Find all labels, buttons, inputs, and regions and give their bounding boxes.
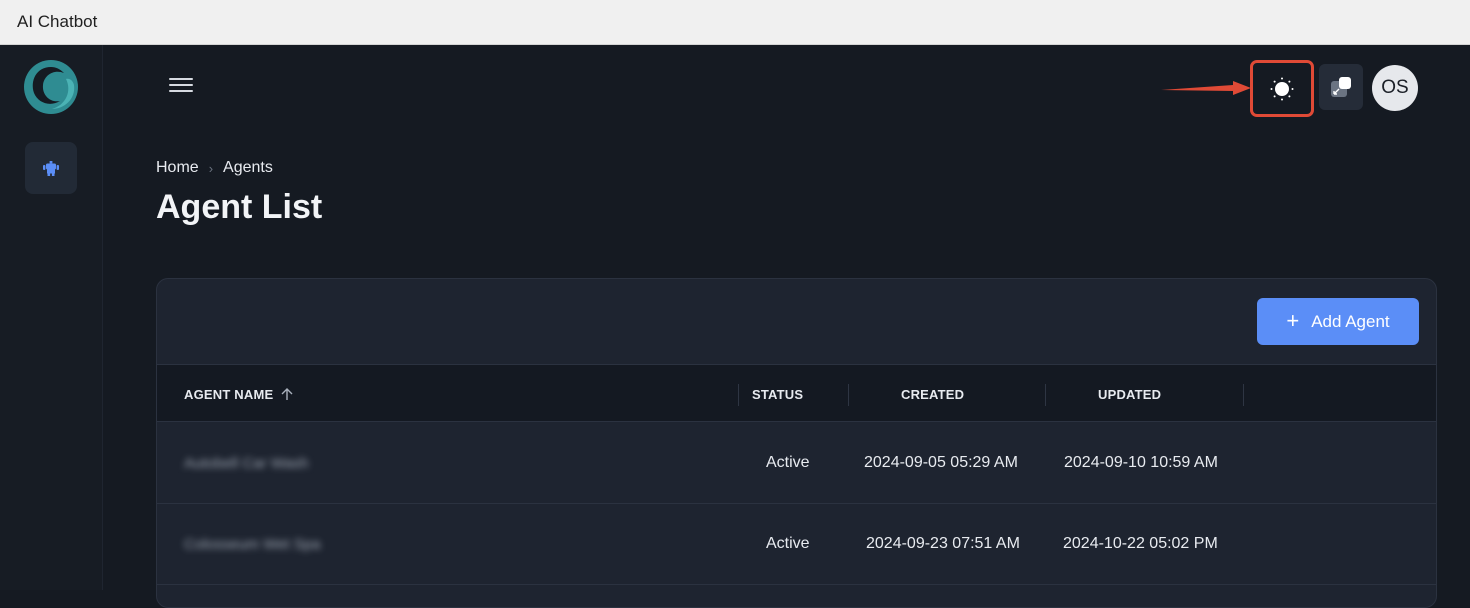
breadcrumb-home[interactable]: Home (156, 159, 199, 177)
expand-button[interactable] (1319, 64, 1363, 110)
window-title: AI Chatbot (17, 12, 98, 31)
add-agent-label: Add Agent (1311, 311, 1390, 331)
column-header-agent-name[interactable]: AGENT NAME (184, 365, 295, 423)
robot-icon (43, 161, 59, 176)
annotation-arrow (1161, 81, 1251, 95)
status-cell: Active (766, 454, 810, 471)
sidebar (0, 45, 103, 590)
chevron-right-icon: › (208, 160, 214, 176)
window-titlebar: AI Chatbot (0, 0, 1470, 45)
column-header-status[interactable]: STATUS (752, 365, 803, 423)
sidebar-item-agents[interactable] (25, 142, 77, 194)
sun-icon (1270, 77, 1294, 100)
agent-table-card: + Add Agent AGENT NAME STATUS CREATED UP… (156, 278, 1437, 608)
updated-cell: 2024-09-10 10:59 AM (1064, 454, 1218, 471)
theme-toggle-button[interactable] (1250, 60, 1314, 117)
app-logo[interactable] (22, 57, 80, 117)
column-header-created[interactable]: CREATED (901, 365, 964, 423)
agent-name-cell[interactable]: Autobell Car Wash (184, 423, 309, 503)
table-row[interactable]: Autobell Car Wash Active 2024-09-05 05:2… (157, 423, 1436, 504)
arrow-up-icon (281, 388, 293, 400)
breadcrumb-current: Agents (223, 159, 273, 176)
table-row[interactable]: Colosseum Wet Spa Active 2024-09-23 07:5… (157, 504, 1436, 585)
column-divider (738, 384, 739, 406)
avatar[interactable]: OS (1372, 65, 1418, 111)
column-divider (1045, 384, 1046, 406)
breadcrumb: Home › Agents (156, 159, 273, 177)
created-cell: 2024-09-23 07:51 AM (866, 535, 1020, 552)
plus-icon: + (1286, 307, 1300, 333)
page-title: Agent List (156, 188, 323, 226)
agent-name-cell[interactable]: Colosseum Wet Spa (184, 504, 320, 584)
table-header: AGENT NAME STATUS CREATED UPDATED (157, 364, 1436, 423)
created-cell: 2024-09-05 05:29 AM (864, 454, 1018, 471)
column-divider (1243, 384, 1244, 406)
add-agent-button[interactable]: + Add Agent (1257, 298, 1419, 345)
status-cell: Active (766, 535, 810, 552)
expand-icon (1331, 77, 1351, 97)
column-divider (848, 384, 849, 406)
main-content: OS Home › Agents Agent List + Add Agent … (103, 45, 1470, 608)
hamburger-icon[interactable] (169, 78, 193, 96)
column-header-updated[interactable]: UPDATED (1098, 365, 1161, 423)
updated-cell: 2024-10-22 05:02 PM (1063, 535, 1218, 552)
logo-icon (24, 60, 78, 114)
